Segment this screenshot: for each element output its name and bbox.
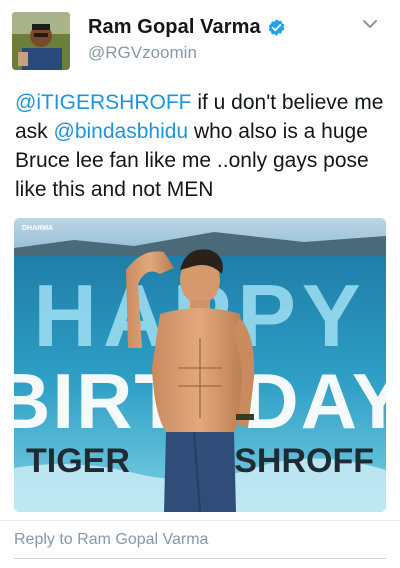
name-left-text: TIGER: [26, 442, 130, 480]
tweet-header: Ram Gopal Varma @RGVzoomin: [0, 0, 400, 80]
reply-bar[interactable]: Reply to Ram Gopal Varma: [0, 521, 400, 561]
verified-badge-icon: [268, 19, 285, 36]
mention-link[interactable]: @iTIGERSHROFF: [15, 91, 191, 114]
author-handle[interactable]: @RGVzoomin: [88, 43, 197, 63]
name-right-text: SHROFF: [234, 442, 374, 480]
author-avatar[interactable]: [12, 12, 70, 70]
dharma-logo: DHARMA: [22, 225, 53, 232]
tweet-media-image[interactable]: DHARMA HAPPY BIRTHDAY TIGER SHROFF: [14, 218, 386, 512]
reply-input[interactable]: Reply to Ram Gopal Varma: [14, 531, 208, 549]
tweet-text: @iTIGERSHROFF if u don't believe me ask …: [15, 88, 390, 204]
author-display-name[interactable]: Ram Gopal Varma: [88, 16, 261, 39]
chevron-down-icon[interactable]: [362, 18, 378, 30]
mention-link[interactable]: @bindasbhidu: [54, 120, 189, 143]
avatar-image: [12, 12, 70, 70]
reply-input-underline: [14, 558, 386, 559]
